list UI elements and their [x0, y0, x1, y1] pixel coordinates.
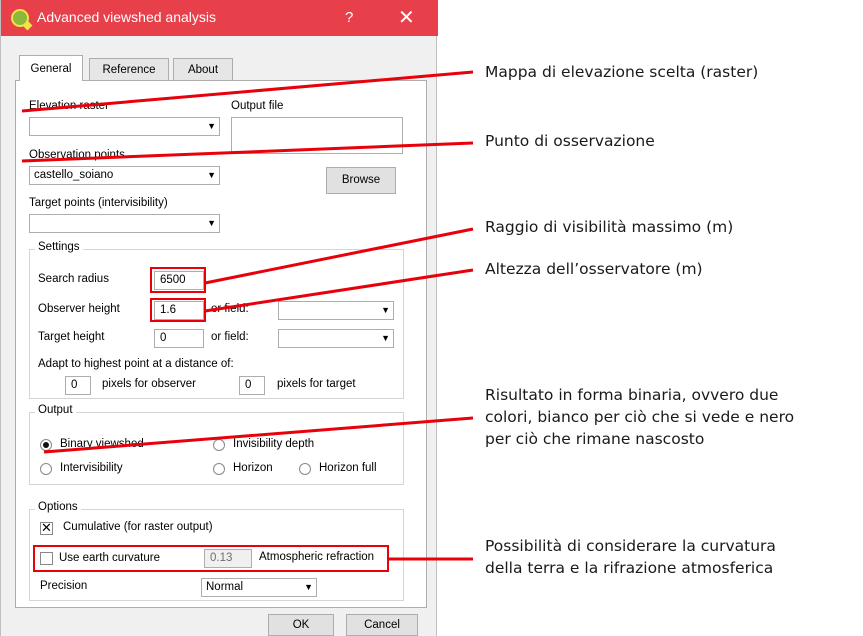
target-or-field-label: or field:	[211, 331, 249, 343]
browse-button[interactable]: Browse	[326, 167, 396, 194]
annotation-binary-2: colori, bianco per ciò che si vede e ner…	[485, 408, 795, 426]
binary-viewshed-label: Binary viewshed	[60, 438, 144, 450]
pixels-target-label: pixels for target	[277, 378, 356, 390]
horizon-label: Horizon	[233, 462, 273, 474]
target-points-select[interactable]: ▼	[29, 214, 220, 233]
help-icon[interactable]: ?	[345, 9, 353, 26]
target-height-field-select[interactable]: ▼	[278, 329, 394, 348]
ok-button[interactable]: OK	[268, 614, 334, 636]
annotation-binary-1: Risultato in forma binaria, ovvero due	[485, 386, 779, 404]
chevron-down-icon: ▼	[207, 218, 216, 228]
pixels-target-input[interactable]: 0	[239, 376, 265, 395]
precision-select[interactable]: Normal ▼	[201, 578, 317, 597]
window-title: Advanced viewshed analysis	[37, 9, 216, 25]
elevation-raster-label: Elevation raster	[29, 100, 109, 112]
adapt-highest-point-label: Adapt to highest point at a distance of:	[38, 358, 234, 370]
cumulative-label: Cumulative (for raster output)	[63, 521, 213, 533]
horizon-full-label: Horizon full	[319, 462, 377, 474]
tab-about[interactable]: About	[173, 58, 233, 80]
close-icon[interactable]: ✕	[398, 5, 415, 30]
tab-general[interactable]: General	[19, 55, 83, 81]
invisibility-depth-radio[interactable]	[213, 439, 225, 451]
elevation-raster-select[interactable]: ▼	[29, 117, 220, 136]
horizon-full-radio[interactable]	[299, 463, 311, 475]
options-group-title: Options	[35, 501, 81, 513]
cancel-button[interactable]: Cancel	[346, 614, 418, 636]
annotation-binary-3: per ciò che rimane nascosto	[485, 430, 705, 448]
horizon-radio[interactable]	[213, 463, 225, 475]
target-height-input[interactable]: 0	[154, 329, 204, 348]
chevron-down-icon: ▼	[207, 170, 216, 180]
annotation-curvature-2: della terra e la rifrazione atmosferica	[485, 559, 774, 577]
chevron-down-icon: ▼	[207, 121, 216, 131]
invisibility-depth-label: Invisibility depth	[233, 438, 315, 450]
viewshed-dialog: Advanced viewshed analysis ? ✕ General R…	[0, 0, 438, 636]
annotation-radius: Raggio di visibilità massimo (m)	[485, 218, 734, 236]
annotation-elevation: Mappa di elevazione scelta (raster)	[485, 63, 759, 81]
observation-points-label: Observation points	[29, 149, 125, 161]
annotation-observation: Punto di osservazione	[485, 132, 655, 150]
annotation-height: Altezza dell’osservatore (m)	[485, 260, 703, 278]
search-radius-label: Search radius	[38, 273, 109, 285]
target-points-label: Target points (intervisibility)	[29, 197, 168, 209]
intervisibility-label: Intervisibility	[60, 462, 123, 474]
intervisibility-radio[interactable]	[40, 463, 52, 475]
cumulative-checkbox[interactable]: ✕	[40, 522, 53, 535]
observer-height-label: Observer height	[38, 303, 120, 315]
observation-points-select[interactable]: castello_soiano ▼	[29, 166, 220, 185]
output-file-input[interactable]	[231, 117, 403, 154]
chevron-down-icon: ▼	[304, 582, 313, 592]
pixels-observer-input[interactable]: 0	[65, 376, 91, 395]
precision-label: Precision	[40, 580, 88, 592]
target-height-label: Target height	[38, 331, 105, 343]
observer-or-field-label: or field:	[211, 303, 249, 315]
observer-height-field-select[interactable]: ▼	[278, 301, 394, 320]
settings-group-title: Settings	[35, 241, 83, 253]
qgis-logo-icon	[11, 9, 29, 27]
chevron-down-icon: ▼	[381, 333, 390, 343]
title-bar: Advanced viewshed analysis ? ✕	[1, 0, 438, 36]
chevron-down-icon: ▼	[381, 305, 390, 315]
output-file-label: Output file	[231, 100, 284, 112]
observer-height-highlight	[150, 298, 206, 322]
pixels-observer-label: pixels for observer	[102, 378, 196, 390]
tab-reference[interactable]: Reference	[89, 58, 169, 80]
output-group-title: Output	[35, 404, 76, 416]
search-radius-highlight	[150, 267, 206, 293]
annotation-curvature-1: Possibilità di considerare la curvatura	[485, 537, 776, 555]
curvature-highlight	[33, 545, 389, 572]
binary-viewshed-radio[interactable]	[40, 439, 52, 451]
